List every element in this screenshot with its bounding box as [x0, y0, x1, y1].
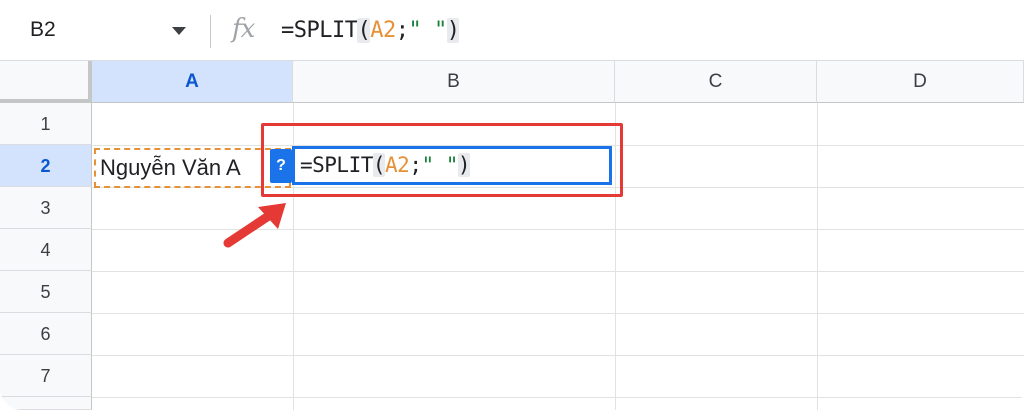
- select-all-corner[interactable]: [0, 61, 92, 103]
- sheet-grid: A B C D 1 2 3 4 5 6 7 Nguyễn Văn A ? =SP…: [0, 61, 1024, 410]
- annotation-highlight-box: [261, 123, 623, 197]
- formula-token: ;: [395, 18, 409, 43]
- formula-input[interactable]: =SPLIT(A2;" "): [281, 18, 460, 43]
- column-header-a[interactable]: A: [92, 61, 293, 103]
- grid-line: [817, 103, 818, 410]
- grid-line: [92, 355, 1024, 356]
- chevron-down-icon[interactable]: [172, 27, 186, 35]
- grid-line: [92, 271, 1024, 272]
- grid-line: [92, 397, 1024, 398]
- row-header-2[interactable]: 2: [0, 145, 92, 187]
- row-header-7[interactable]: 7: [0, 355, 92, 397]
- row-header-5[interactable]: 5: [0, 271, 92, 313]
- formula-token: A2: [370, 18, 396, 43]
- row-header-3[interactable]: 3: [0, 187, 92, 229]
- row-header-1[interactable]: 1: [0, 103, 92, 145]
- formula-token: =SPLIT: [281, 18, 358, 43]
- row-header-6[interactable]: 6: [0, 313, 92, 355]
- formula-bar: B2 fx =SPLIT(A2;" "): [0, 0, 1024, 61]
- fx-icon: fx: [232, 14, 255, 44]
- column-header-b[interactable]: B: [293, 61, 615, 103]
- column-header-d[interactable]: D: [817, 61, 1024, 103]
- row-header-8[interactable]: [0, 397, 92, 410]
- formula-bar-divider: [210, 15, 211, 48]
- name-box[interactable]: B2: [30, 18, 56, 42]
- formula-token: ): [446, 18, 460, 43]
- row-header-4[interactable]: 4: [0, 229, 92, 271]
- grid-line: [92, 313, 1024, 314]
- formula-token: " ": [408, 18, 447, 43]
- column-header-c[interactable]: C: [615, 61, 817, 103]
- spreadsheet-window: B2 fx =SPLIT(A2;" ") A B C D 1 2 3 4 5 6…: [0, 0, 1024, 410]
- formula-token: (: [357, 18, 371, 43]
- arrow-icon: [223, 203, 286, 248]
